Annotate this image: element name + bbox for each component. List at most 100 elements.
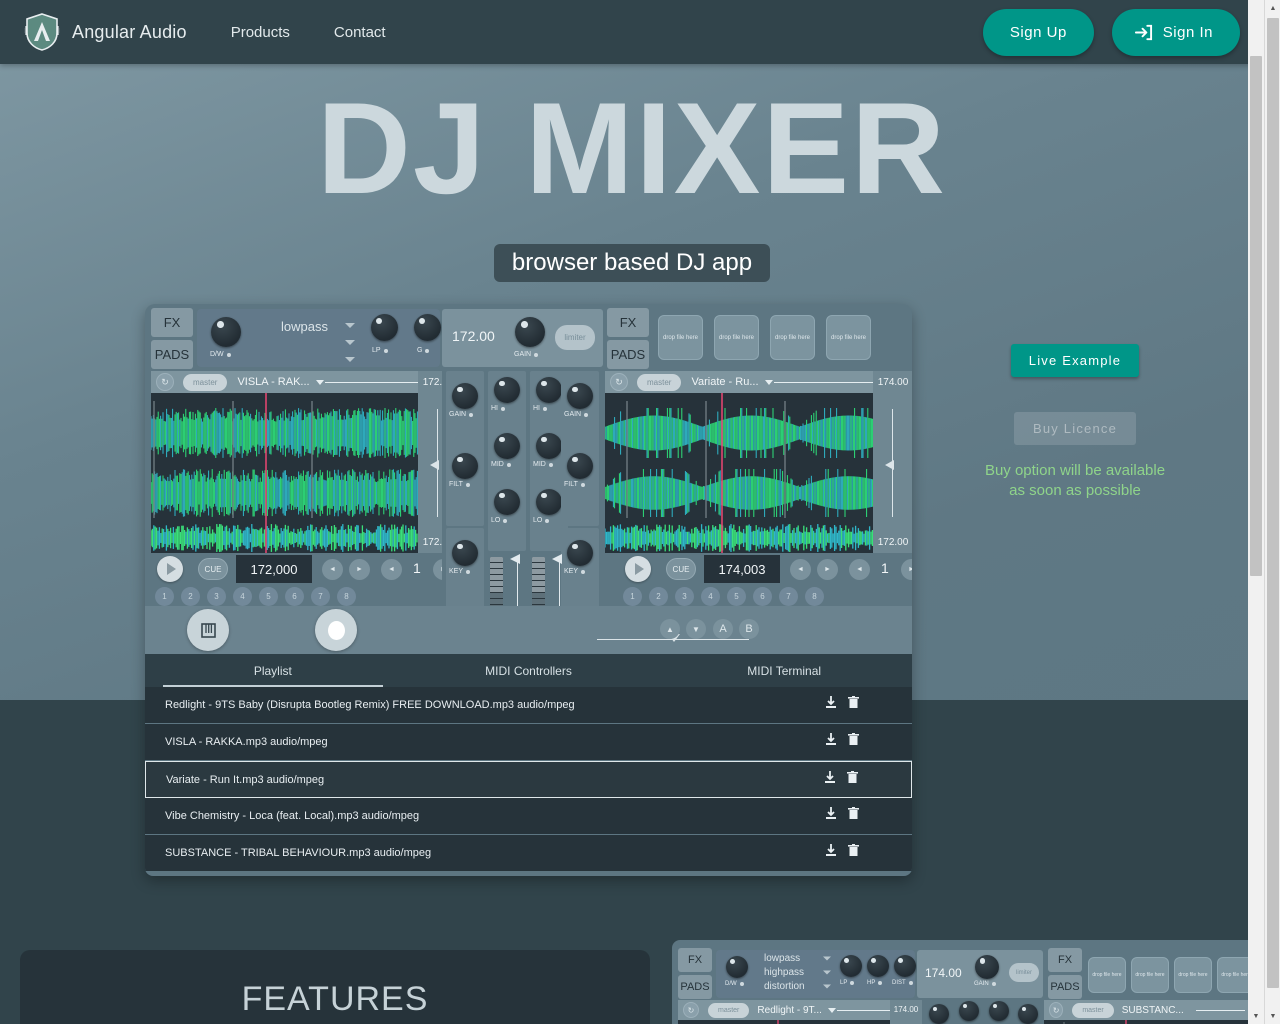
deck-a-track-caret-icon[interactable] [315, 379, 324, 385]
deck-b-beat-down-button[interactable]: ◄ [849, 559, 870, 580]
page-scrollbar[interactable]: ▼ [1248, 0, 1264, 1024]
dj2-select-distortion[interactable]: distortion [764, 981, 805, 992]
dj2-lp-knob[interactable] [840, 955, 862, 977]
download-icon[interactable] [820, 807, 842, 825]
deck-a-pads-tab[interactable]: PADS [151, 340, 193, 369]
deck-a-hotcue-8[interactable]: 8 [337, 587, 356, 606]
deck-b-nudge-right-button[interactable]: ► [817, 559, 838, 580]
trash-icon[interactable] [842, 733, 864, 751]
page-scrollbar-thumb[interactable] [1250, 56, 1262, 576]
nav-link-contact[interactable]: Contact [334, 24, 386, 41]
deck-a-drywet-knob[interactable] [211, 317, 241, 347]
dj2-drop-pad-1[interactable]: drop file here [1088, 957, 1126, 993]
trash-icon[interactable] [842, 807, 864, 825]
mixer-left-filt-knob[interactable] [452, 453, 478, 479]
dj2-drop-pad-3[interactable]: drop file here [1174, 957, 1212, 993]
deck-b-pitch-handle[interactable] [885, 460, 894, 470]
dj2-deck-a-caret-icon[interactable] [827, 1007, 836, 1013]
deck-b-pads-tab[interactable]: PADS [607, 340, 649, 369]
deck-a-beat-down-button[interactable]: ◄ [381, 559, 402, 580]
caret-up-icon[interactable]: ▲ [660, 619, 680, 639]
mixer-right-fader-handle[interactable] [552, 554, 562, 564]
page-scroll-down-arrow[interactable]: ▼ [1248, 1008, 1264, 1024]
deck-a-fx-tab[interactable]: FX [151, 308, 193, 337]
download-icon[interactable] [819, 770, 841, 789]
dj2-select-lowpass[interactable]: lowpass [764, 953, 800, 964]
dj2-gain-knob-b[interactable] [1018, 1004, 1038, 1024]
dj2-master-gain-knob[interactable] [975, 955, 999, 979]
deck-b-bpm-value[interactable]: 174,003 [704, 555, 780, 583]
live-example-button[interactable]: Live Example [1011, 344, 1139, 377]
deck-a-select-button[interactable]: A [713, 619, 733, 639]
mixer-right-filt-knob[interactable] [567, 453, 593, 479]
deck-b-fx-tab[interactable]: FX [607, 308, 649, 337]
deck-a-hotcue-4[interactable]: 4 [233, 587, 252, 606]
deck-b-hotcue-4[interactable]: 4 [701, 587, 720, 606]
mixer-right-eq-mid-knob[interactable] [536, 433, 562, 459]
drop-pad-4[interactable]: drop file here [826, 315, 871, 360]
dj2-deck-b-pads-tab[interactable]: PADS [1048, 975, 1082, 999]
dj2-drop-pad-2[interactable]: drop file here [1131, 957, 1169, 993]
dj2-dist-knob[interactable] [894, 955, 916, 977]
deck-a-master-button[interactable]: master [183, 373, 228, 391]
download-icon[interactable] [820, 696, 842, 714]
dj2-select-highpass[interactable]: highpass [764, 967, 804, 978]
dj2-deck-a-master-button[interactable]: master [708, 1002, 750, 1018]
dj2-gain-knob-a[interactable] [929, 1004, 949, 1024]
mixer-left-eq-lo-knob[interactable] [494, 489, 520, 515]
deck-a-hotcue-7[interactable]: 7 [311, 587, 330, 606]
tab-playlist[interactable]: Playlist [145, 654, 401, 687]
dj2-deck-b-waveform[interactable] [1044, 1020, 1256, 1024]
dj2-deck-a-pads-tab[interactable]: PADS [678, 975, 712, 999]
deck-a-hotcue-2[interactable]: 2 [181, 587, 200, 606]
dj2-deck-b-fx-tab[interactable]: FX [1048, 948, 1082, 972]
mixer-left-gain-knob[interactable] [452, 383, 478, 409]
table-row[interactable]: Redlight - 9TS Baby (Disrupta Bootleg Re… [145, 687, 912, 724]
sign-in-button[interactable]: Sign In [1111, 8, 1240, 56]
mixer-right-eq-hi-knob[interactable] [536, 377, 562, 403]
dj2-deck-b-master-button[interactable]: master [1072, 1002, 1114, 1018]
deck-a-loop-icon[interactable]: ↻ [156, 373, 174, 391]
deck-a-nudge-right-button[interactable]: ► [349, 559, 370, 580]
mixer-left-fader-handle[interactable] [510, 554, 520, 564]
table-row[interactable]: Vibe Chemistry - Loca (feat. Local).mp3 … [145, 798, 912, 835]
deck-a-fx-select-1-caret-icon[interactable] [345, 323, 355, 328]
caret-down-icon[interactable]: ▼ [686, 619, 706, 639]
dj2-hp-knob[interactable] [867, 955, 889, 977]
deck-b-track-caret-icon[interactable] [764, 379, 773, 385]
browser-scroll-down-arrow[interactable]: ▼ [1265, 1008, 1280, 1024]
drop-pad-1[interactable]: drop file here [658, 315, 703, 360]
table-row[interactable]: VISLA - RAKKA.mp3 audio/mpeg [145, 724, 912, 761]
deck-b-beat-up-button[interactable]: ► [901, 559, 912, 580]
dj2-deck-b-loop-icon[interactable]: ↻ [1049, 1002, 1064, 1018]
deck-a-fx-select-value[interactable]: lowpass [281, 319, 328, 334]
mixer-right-gain-knob[interactable] [567, 383, 593, 409]
deck-a-bpm-value[interactable]: 172,000 [236, 555, 312, 583]
mixer-right-key-knob[interactable] [567, 540, 593, 566]
drop-pad-3[interactable]: drop file here [770, 315, 815, 360]
deck-b-loop-icon[interactable]: ↻ [610, 373, 628, 391]
shield-logo-icon[interactable] [24, 13, 60, 51]
browser-scrollbar[interactable]: ▲ ▼ [1264, 0, 1280, 1024]
deck-b-nudge-left-button[interactable]: ◄ [790, 559, 811, 580]
dj2-hi-knob-b[interactable] [989, 1001, 1009, 1021]
deck-b-hotcue-7[interactable]: 7 [779, 587, 798, 606]
deck-a-nudge-left-button[interactable]: ◄ [322, 559, 343, 580]
drop-pad-2[interactable]: drop file here [714, 315, 759, 360]
trash-icon[interactable] [841, 770, 863, 789]
deck-b-cue-button[interactable]: CUE [666, 558, 696, 580]
deck-b-hotcue-6[interactable]: 6 [753, 587, 772, 606]
deck-a-fx-select-3-caret-icon[interactable] [345, 357, 355, 362]
deck-a-hotcue-5[interactable]: 5 [259, 587, 278, 606]
download-icon[interactable] [820, 733, 842, 751]
mixer-left-key-knob[interactable] [452, 540, 478, 566]
mixer-left-eq-mid-knob[interactable] [494, 433, 520, 459]
trash-icon[interactable] [842, 844, 864, 862]
deck-b-hotcue-2[interactable]: 2 [649, 587, 668, 606]
deck-a-hotcue-1[interactable]: 1 [155, 587, 174, 606]
dj2-deck-a-waveform[interactable] [678, 1020, 890, 1024]
dj2-deck-a-loop-icon[interactable]: ↻ [683, 1002, 699, 1018]
keyboard-icon[interactable] [187, 609, 229, 651]
dj2-deck-a-fx-tab[interactable]: FX [678, 948, 712, 972]
deck-b-waveform[interactable] [605, 393, 873, 553]
